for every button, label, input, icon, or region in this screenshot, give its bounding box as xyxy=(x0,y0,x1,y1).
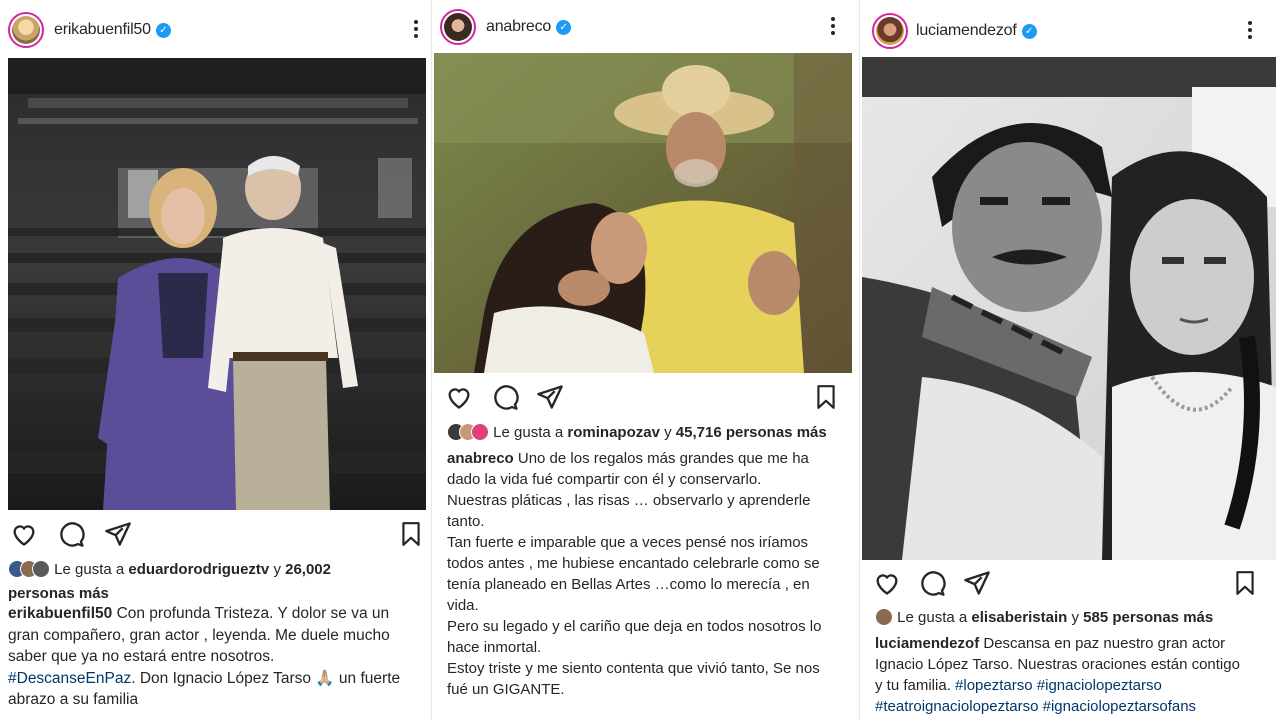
hashtag-link[interactable]: #ignaciolopeztarso xyxy=(1037,677,1162,694)
caption-text: abrazo a su familia xyxy=(8,691,139,708)
more-icon[interactable] xyxy=(411,18,421,40)
more-icon[interactable] xyxy=(828,15,838,37)
share-icon[interactable] xyxy=(963,569,991,597)
share-icon[interactable] xyxy=(104,520,132,548)
caption-text: tenía planeado en Bellas Artes …como lo … xyxy=(447,576,810,593)
avatar[interactable] xyxy=(440,9,476,45)
likes-prefix: Le gusta a xyxy=(54,561,125,578)
post-erikabuenfil50: erikabuenfil50 ✓ Le gusta a eduardorodri… xyxy=(0,0,432,720)
caption: erikabuenfil50 Con profunda Tristeza. Y … xyxy=(8,603,424,711)
comment-icon[interactable] xyxy=(57,520,85,548)
action-bar xyxy=(0,520,432,550)
post-header: erikabuenfil50 ✓ xyxy=(0,8,432,54)
liker-avatars xyxy=(8,560,50,584)
more-icon[interactable] xyxy=(1245,19,1255,41)
theater-photo xyxy=(8,58,426,510)
heart-icon[interactable] xyxy=(873,569,901,597)
caption-text: Tan fuerte e imparable que a veces pensé… xyxy=(447,534,809,551)
likes-count[interactable]: 26,002 xyxy=(285,561,331,578)
hashtag-link[interactable]: #lopeztarso xyxy=(955,677,1033,694)
caption-username[interactable]: erikabuenfil50 xyxy=(8,605,112,622)
likes-mid: y xyxy=(1071,609,1079,626)
likes-summary[interactable]: Le gusta a rominapozav y 45,716 personas… xyxy=(447,423,852,447)
caption-text: hace inmortal. xyxy=(447,639,542,656)
heart-icon[interactable] xyxy=(445,383,473,411)
share-icon[interactable] xyxy=(536,383,564,411)
likes-summary[interactable]: Le gusta a elisaberistain y 585 personas… xyxy=(875,608,1272,632)
avatar[interactable] xyxy=(8,12,44,48)
post-anabreco: anabreco ✓ Le gusta a rominapozav y 45,7… xyxy=(432,0,860,720)
action-bar xyxy=(860,569,1280,599)
username-link[interactable]: luciamendezof ✓ xyxy=(916,22,1037,40)
embrace-photo xyxy=(434,53,852,373)
hashtag-link[interactable]: #teatroignaciolopeztarso xyxy=(875,698,1038,715)
post-header: anabreco ✓ xyxy=(432,5,860,51)
hashtag-link[interactable]: #DescanseEnPaz xyxy=(8,670,131,687)
caption-text: dado la vida fué compartir con él y cons… xyxy=(447,471,762,488)
username[interactable]: anabreco xyxy=(486,18,551,35)
caption-text: Pero su legado y el cariño que deja en t… xyxy=(447,618,822,635)
liked-by-user[interactable]: elisaberistain xyxy=(971,609,1067,626)
hashtag-link[interactable]: #ignaciolopeztarsofans xyxy=(1043,698,1196,715)
caption-text: Nuestras pláticas , las risas … observar… xyxy=(447,492,811,509)
verified-icon: ✓ xyxy=(556,20,572,35)
caption-username[interactable]: luciamendezof xyxy=(875,635,979,652)
comment-icon[interactable] xyxy=(491,383,519,411)
likes-suffix[interactable]: personas más xyxy=(8,585,109,602)
verified-icon: ✓ xyxy=(155,23,171,38)
username[interactable]: erikabuenfil50 xyxy=(54,21,151,38)
action-bar xyxy=(432,383,860,413)
post-photo[interactable] xyxy=(434,53,852,373)
caption-text: vida. xyxy=(447,597,479,614)
caption-text: saber que ya no estará entre nosotros. xyxy=(8,648,275,665)
heart-icon[interactable] xyxy=(10,520,38,548)
post-photo[interactable] xyxy=(8,58,426,510)
likes-mid: y xyxy=(664,424,672,441)
bookmark-icon[interactable] xyxy=(1232,569,1258,597)
liker-avatars xyxy=(875,608,893,632)
likes-count[interactable]: 45,716 personas más xyxy=(676,424,827,441)
caption-text: Con profunda Tristeza. Y dolor se va un xyxy=(116,605,390,622)
caption: anabreco Uno de los regalos más grandes … xyxy=(447,448,856,700)
likes-count[interactable]: 585 personas más xyxy=(1083,609,1213,626)
caption-text: fué un GIGANTE. xyxy=(447,681,565,698)
likes-mid: y xyxy=(273,561,281,578)
caption-text: y tu familia. xyxy=(875,677,951,694)
caption-text: Estoy triste y me siento contenta que vi… xyxy=(447,660,820,677)
liker-avatars xyxy=(447,423,489,447)
bookmark-icon[interactable] xyxy=(813,383,839,411)
likes-summary[interactable]: Le gusta a eduardorodrigueztv y 26,002 p… xyxy=(8,560,424,604)
caption-text: Ignacio López Tarso. Nuestras oraciones … xyxy=(875,656,1240,673)
liked-by-user[interactable]: eduardorodrigueztv xyxy=(128,561,269,578)
comment-icon[interactable] xyxy=(918,569,946,597)
caption-text: tanto. xyxy=(447,513,485,530)
caption-text: Descansa en paz nuestro gran actor xyxy=(983,635,1226,652)
likes-prefix: Le gusta a xyxy=(493,424,564,441)
caption-text: gran compañero, gran actor , leyenda. Me… xyxy=(8,626,390,644)
username-link[interactable]: anabreco ✓ xyxy=(486,18,572,36)
post-header: luciamendezof ✓ xyxy=(860,9,1280,55)
caption-username[interactable]: anabreco xyxy=(447,450,514,467)
liked-by-user[interactable]: rominapozav xyxy=(567,424,660,441)
verified-icon: ✓ xyxy=(1021,24,1037,39)
caption-text: Uno de los regalos más grandes que me ha xyxy=(517,450,809,467)
vintage-photo xyxy=(862,57,1276,560)
post-luciamendezof: luciamendezof ✓ Le gusta a elisaberistai… xyxy=(860,0,1280,720)
caption: luciamendezof Descansa en paz nuestro gr… xyxy=(875,633,1276,717)
bookmark-icon[interactable] xyxy=(398,520,424,548)
likes-prefix: Le gusta a xyxy=(897,609,968,626)
username[interactable]: luciamendezof xyxy=(916,22,1017,39)
post-photo[interactable] xyxy=(862,57,1276,560)
username-link[interactable]: erikabuenfil50 ✓ xyxy=(54,21,171,39)
caption-text: . Don Ignacio López Tarso 🙏🏼 un fuerte xyxy=(131,669,401,687)
caption-text: todos antes , me hubiese encantado celeb… xyxy=(447,555,820,572)
avatar[interactable] xyxy=(872,13,908,49)
